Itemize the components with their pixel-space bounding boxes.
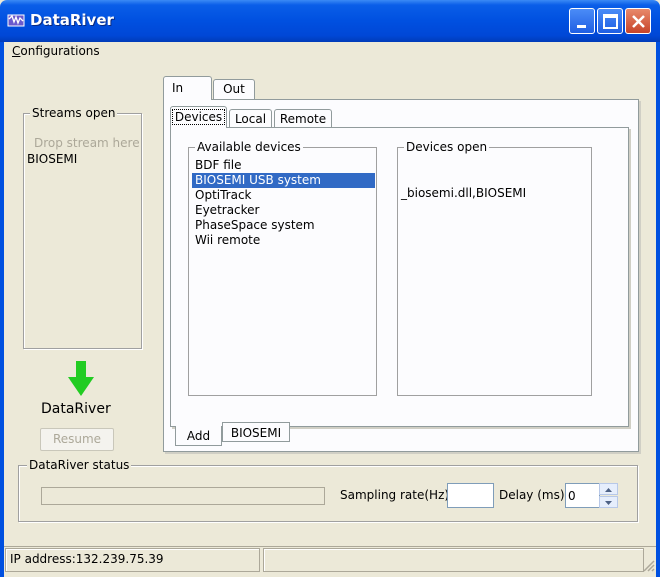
maximize-button[interactable] [597, 8, 623, 34]
list-item[interactable]: BDF file [192, 158, 375, 173]
datariver-status-label: DataRiver status [27, 458, 132, 472]
devices-open-group [397, 147, 592, 396]
chevron-down-icon [605, 501, 612, 505]
tab-out[interactable]: Out [213, 79, 255, 100]
list-item-selected[interactable]: BIOSEMI USB system [192, 173, 375, 188]
drop-stream-hint: Drop stream here [34, 136, 140, 150]
delay-up-button[interactable] [599, 483, 618, 495]
tab-biosemi[interactable]: BIOSEMI [222, 422, 290, 442]
delay-down-button[interactable] [599, 496, 618, 508]
menu-configurations[interactable]: Configurations [12, 44, 100, 58]
resize-grip-icon[interactable] [641, 558, 655, 572]
tab-remote[interactable]: Remote [274, 109, 332, 128]
resume-button[interactable]: Resume [40, 428, 114, 451]
tab-devices[interactable]: Devices [170, 106, 227, 128]
stream-item[interactable]: BIOSEMI [27, 152, 77, 166]
list-item[interactable]: OptiTrack [192, 188, 375, 203]
status-cell-empty [263, 548, 644, 572]
arrow-down-icon [67, 361, 95, 397]
menu-configurations-label: onfigurations [20, 44, 100, 58]
list-item[interactable]: Eyetracker [192, 203, 375, 218]
delay-field[interactable] [565, 483, 600, 508]
minimize-button[interactable] [569, 8, 595, 34]
datariver-label: DataRiver [41, 401, 111, 417]
tab-local[interactable]: Local [229, 109, 272, 128]
sampling-rate-field[interactable] [447, 483, 494, 508]
list-item[interactable]: Wii remote [192, 233, 375, 248]
devices-open-label: Devices open [404, 140, 490, 154]
open-device-item[interactable]: _biosemi.dll,BIOSEMI [401, 186, 526, 200]
tab-in[interactable]: In [163, 76, 212, 100]
available-devices-list[interactable]: BDF file BIOSEMI USB system OptiTrack Ey… [192, 158, 375, 248]
window-title: DataRiver [30, 11, 114, 29]
sampling-rate-label: Sampling rate(Hz) [340, 488, 450, 502]
tab-add[interactable]: Add [175, 426, 222, 446]
chevron-up-icon [605, 488, 612, 492]
tab-devices-label: Devices [171, 109, 226, 125]
status-progress-bar [41, 487, 325, 505]
maximize-icon [603, 14, 618, 29]
list-item[interactable]: PhaseSpace system [192, 218, 375, 233]
delay-label: Delay (ms) [499, 488, 565, 502]
window-frame-left [0, 42, 4, 577]
ip-address-text: IP address:132.239.75.39 [10, 552, 164, 566]
menu-bar: Configurations [4, 42, 656, 62]
minimize-icon [577, 25, 586, 28]
close-icon [632, 15, 645, 28]
app-icon [6, 10, 26, 30]
streams-open-label: Streams open [30, 106, 118, 120]
available-devices-label: Available devices [195, 140, 303, 154]
window-frame-right [656, 42, 660, 577]
close-button[interactable] [625, 8, 651, 34]
